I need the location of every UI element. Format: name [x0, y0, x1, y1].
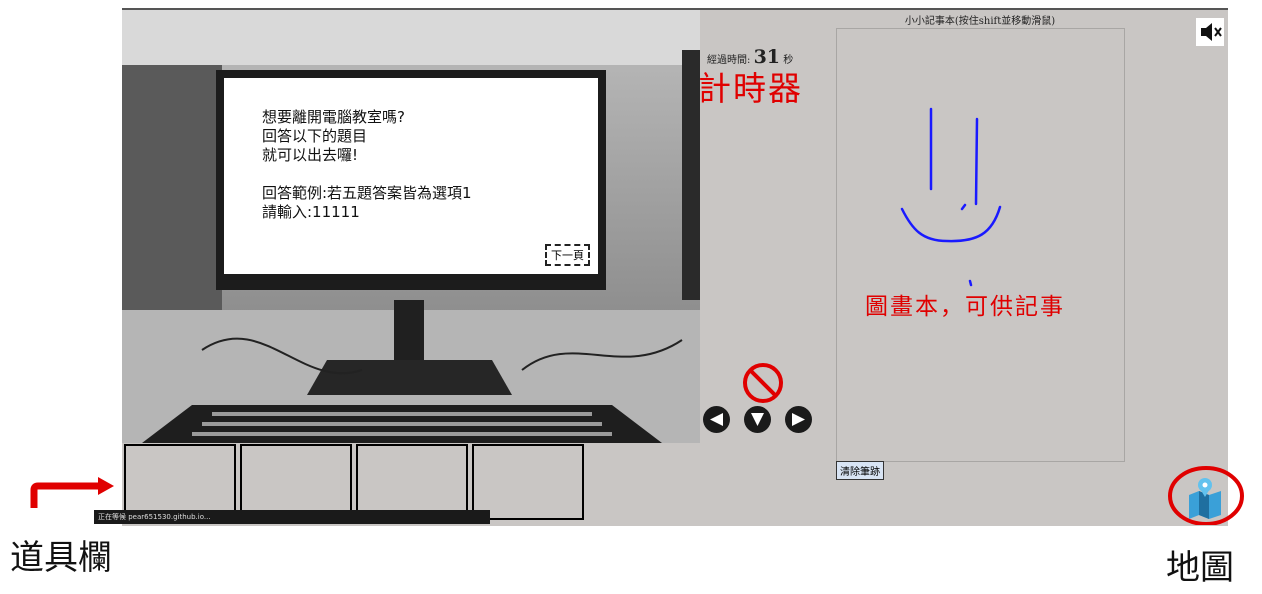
inventory-slot-4[interactable]	[472, 444, 584, 520]
arrow-down-icon[interactable]	[744, 406, 771, 433]
notepad-canvas[interactable]: 圖畫本，可供記事	[836, 28, 1125, 462]
arrow-right-icon[interactable]	[785, 406, 812, 433]
clear-strokes-button[interactable]: 清除筆跡	[836, 461, 884, 480]
inventory-slot-2[interactable]	[240, 444, 352, 520]
timer-annotation: 計時器	[698, 69, 803, 108]
status-bar: 正在等候 pear651530.github.io...	[94, 510, 490, 524]
map-annotation: 地圖	[1166, 548, 1234, 588]
speaker-muted-icon[interactable]	[1196, 18, 1224, 46]
inventory-pointer-arrow	[30, 477, 114, 508]
monitor-screen: 想要離開電腦教室嗎? 回答以下的題目 就可以出去囉! 回答範例:若五題答案皆為選…	[216, 70, 606, 290]
screen-message: 想要離開電腦教室嗎? 回答以下的題目 就可以出去囉! 回答範例:若五題答案皆為選…	[262, 108, 472, 221]
inventory-slot-3[interactable]	[356, 444, 468, 520]
notepad-title: 小小記事本(按住shift並移動滑鼠)	[904, 16, 1056, 27]
inventory-slot-1[interactable]	[124, 444, 236, 520]
inventory-annotation: 道具欄	[10, 538, 112, 578]
notepad-drawing	[900, 107, 1002, 287]
arrow-left-icon[interactable]	[703, 406, 730, 433]
map-icon[interactable]	[1165, 463, 1249, 525]
scene-photo: 想要離開電腦教室嗎? 回答以下的題目 就可以出去囉! 回答範例:若五題答案皆為選…	[122, 10, 700, 443]
notepad-annotation: 圖畫本，可供記事	[865, 294, 1065, 320]
next-page-button[interactable]: 下一頁	[545, 244, 590, 266]
no-entry-icon	[743, 363, 783, 403]
